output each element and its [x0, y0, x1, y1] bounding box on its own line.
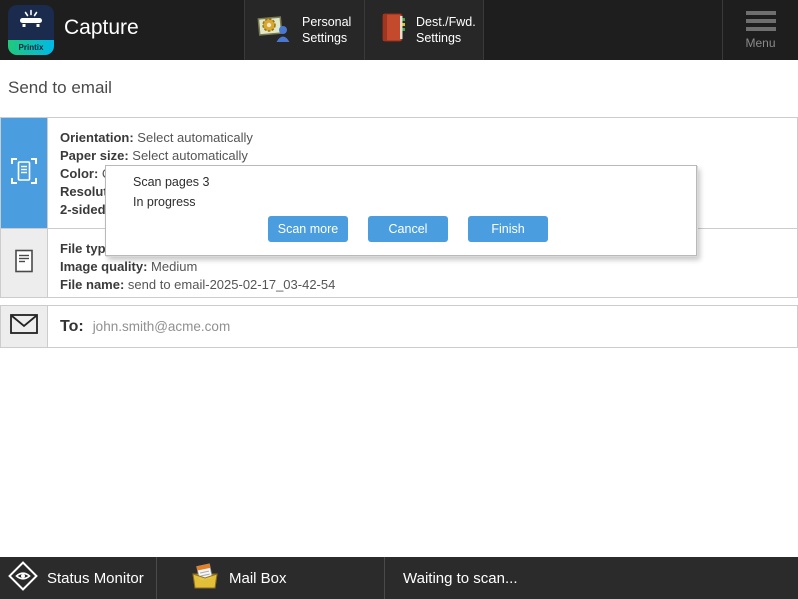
personal-settings-button[interactable]: Personal Settings [244, 0, 364, 60]
personal-settings-label: Personal Settings [302, 14, 351, 47]
envelope-icon [10, 314, 38, 339]
setting-line: Image quality: Medium [60, 258, 797, 276]
menu-button[interactable]: Menu [722, 0, 798, 60]
finish-button[interactable]: Finish [468, 216, 548, 242]
dest-fwd-settings-button[interactable]: Dest./Fwd. Settings [364, 0, 484, 60]
scan-more-button[interactable]: Scan more [268, 216, 348, 242]
mail-box-label: Mail Box [229, 570, 287, 587]
printix-logo: Printix [8, 5, 54, 55]
printix-scanner-icon [16, 9, 46, 40]
address-book-icon [377, 12, 407, 48]
scan-document-icon [10, 157, 38, 190]
setting-line: Paper size: Select automatically [60, 147, 797, 165]
scan-status-text: In progress [133, 195, 196, 209]
device-screen: Printix Capture Personal Settings [0, 0, 798, 599]
cancel-button[interactable]: Cancel [368, 216, 448, 242]
setting-line: File name: send to email-2025-02-17_03-4… [60, 276, 797, 294]
status-monitor-icon [8, 561, 38, 596]
mail-box-button[interactable]: Mail Box [157, 557, 385, 599]
recipient-content: To: john.smith@acme.com [48, 306, 797, 347]
setting-line: Orientation: Select automatically [60, 129, 797, 147]
page-title: Send to email [8, 78, 112, 98]
recipient-row[interactable]: To: john.smith@acme.com [0, 305, 798, 348]
mail-box-icon [190, 562, 220, 595]
personal-settings-icon [257, 12, 293, 48]
dest-fwd-settings-label: Dest./Fwd. Settings [416, 14, 476, 47]
app-title: Capture [64, 16, 139, 40]
file-document-icon [14, 249, 34, 278]
status-monitor-label: Status Monitor [47, 570, 144, 587]
email-icon-cell [1, 306, 48, 347]
status-monitor-button[interactable]: Status Monitor [0, 557, 157, 599]
scan-icon-cell [1, 118, 48, 228]
top-bar: Printix Capture Personal Settings [0, 0, 798, 60]
hamburger-icon [746, 11, 776, 31]
scanner-status-text: Waiting to scan... [385, 557, 518, 599]
recipient-email: john.smith@acme.com [93, 319, 231, 334]
scan-progress-dialog: Scan pages 3 In progress Scan more Cance… [105, 165, 697, 256]
status-bar: Status Monitor Mail Box Waiting to scan.… [0, 557, 798, 599]
scan-pages-text: Scan pages 3 [133, 175, 209, 189]
menu-label: Menu [723, 36, 798, 50]
to-label: To: [60, 318, 84, 336]
printix-logo-label: Printix [8, 40, 54, 55]
file-icon-cell [1, 229, 48, 297]
